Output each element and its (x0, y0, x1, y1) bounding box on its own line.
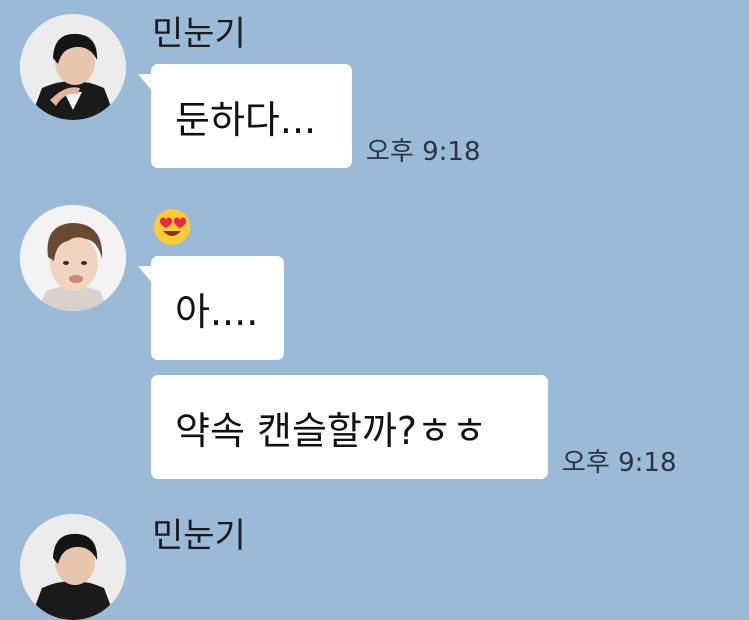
avatar-curly-hair-man-image (20, 205, 126, 311)
avatar-dark-hair-man[interactable] (20, 14, 126, 120)
heart-eyes-emoji-icon (152, 207, 192, 247)
message-timestamp: 오후 9:18 (562, 448, 677, 478)
message-text: 아.... (175, 289, 259, 334)
message-timestamp: 오후 9:18 (366, 137, 481, 167)
avatar-dark-hair-man-image (20, 514, 126, 620)
message-bubble[interactable]: 둔하다... (138, 64, 352, 168)
message-bubble[interactable]: 아.... (138, 256, 284, 360)
sender-name: 민눈기 (152, 516, 246, 556)
avatar-dark-hair-man-image (20, 14, 126, 120)
avatar-dark-hair-man[interactable] (20, 514, 126, 620)
message-text: 약속 캔슬할까?ㅎㅎ (175, 408, 487, 453)
avatar-curly-hair-man[interactable] (20, 205, 126, 311)
message-bubble[interactable]: 약속 캔슬할까?ㅎㅎ (151, 375, 548, 479)
sender-name: 민눈기 (152, 14, 246, 54)
message-text: 둔하다... (175, 97, 317, 142)
